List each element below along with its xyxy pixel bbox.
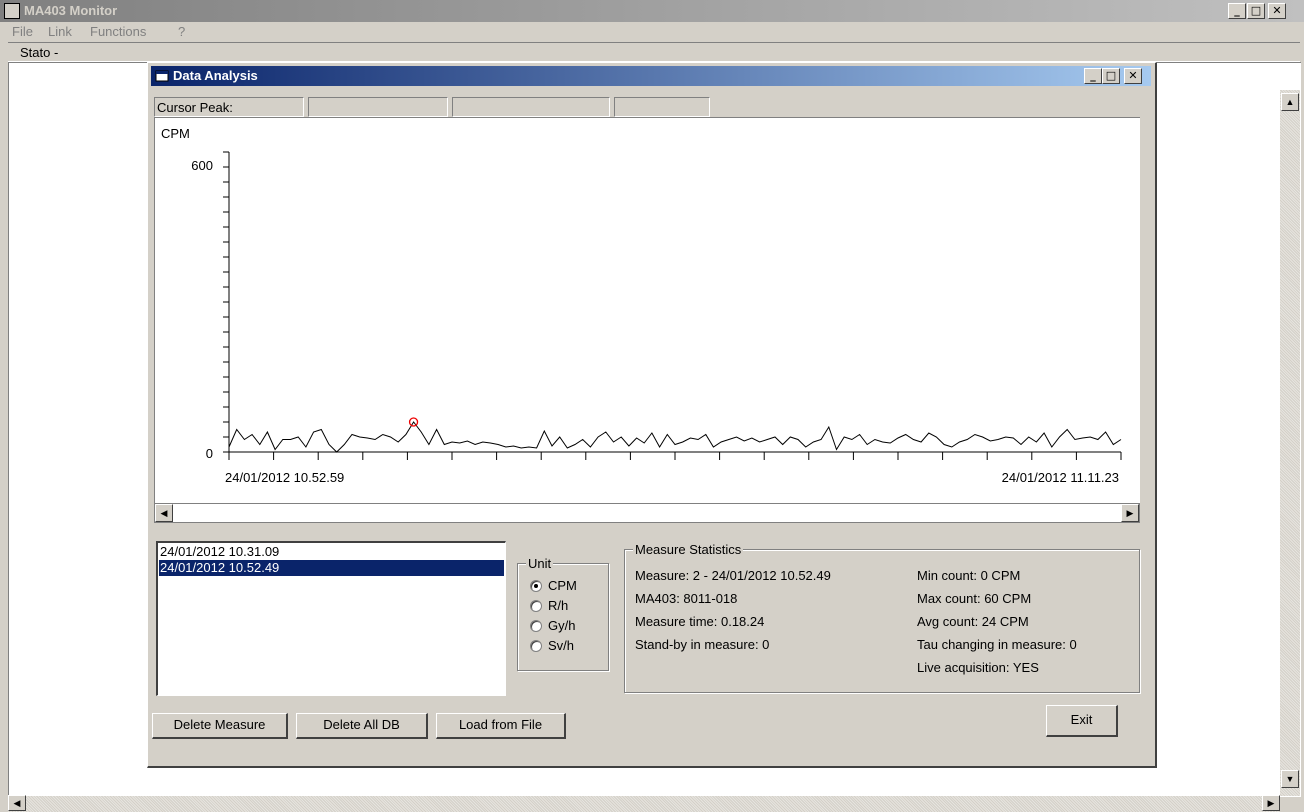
y-tick-max: 600	[191, 158, 213, 173]
radio-label: Sv/h	[548, 638, 575, 653]
unit-radio-gyh[interactable]: Gy/h	[530, 618, 610, 636]
data-analysis-dialog: Data Analysis _ □ ✕ Cursor Peak: CPM 600…	[147, 62, 1157, 768]
status-strip: Stato -	[8, 42, 1300, 62]
stat-device: MA403: 8011-018	[635, 591, 738, 606]
chart-scroll-left-button[interactable]: ◀	[155, 504, 173, 522]
cpm-series-line	[228, 421, 1122, 453]
list-item-selected[interactable]: 24/01/2012 10.52.49	[159, 560, 504, 576]
unit-radio-svh[interactable]: Sv/h	[530, 638, 610, 656]
cpm-chart[interactable]: CPM 600 0 24/01/2012 10.52.59 24/01/2012…	[155, 118, 1139, 502]
radio-dot[interactable]	[530, 640, 542, 652]
cursor-field-3	[614, 97, 710, 117]
cursor-field-2	[452, 97, 610, 117]
chart-axes	[223, 151, 1122, 460]
stat-live: Live acquisition: YES	[917, 660, 1039, 675]
measure-statistics-group: Measure Statistics Measure: 2 - 24/01/20…	[624, 542, 1140, 693]
chart-scroll-right-button[interactable]: ▶	[1121, 504, 1139, 522]
stat-measure-time: Measure time: 0.18.24	[635, 614, 765, 629]
dialog-close-button[interactable]: ✕	[1124, 68, 1142, 84]
app-title-bar: MA403 Monitor _ □ ✕	[0, 0, 1304, 22]
chart-scrollbar[interactable]: ◀ ▶	[154, 503, 1140, 523]
scroll-up-button[interactable]: ▲	[1281, 93, 1299, 111]
stat-standby: Stand-by in measure: 0	[635, 637, 770, 652]
app-title: MA403 Monitor	[24, 3, 118, 18]
radio-label: Gy/h	[548, 618, 576, 633]
radio-dot[interactable]	[530, 580, 542, 592]
menu-functions[interactable]: Functions	[90, 24, 146, 39]
menu-bar: File Link Functions ?	[0, 22, 1304, 42]
radio-dot[interactable]	[530, 600, 542, 612]
y-axis-label: CPM	[161, 126, 190, 141]
cursor-peak-panel: Cursor Peak:	[154, 97, 304, 117]
x-start-label: 24/01/2012 10.52.59	[225, 470, 344, 485]
status-label: Stato -	[20, 45, 59, 60]
y-tick-min: 0	[206, 446, 213, 461]
menu-help[interactable]: ?	[178, 24, 185, 39]
window-icon	[155, 70, 169, 82]
x-end-label: 24/01/2012 11.11.23	[1002, 470, 1119, 485]
delete-measure-button[interactable]: Delete Measure	[152, 713, 288, 739]
scroll-left-button[interactable]: ◀	[8, 795, 26, 811]
radio-dot[interactable]	[530, 620, 542, 632]
stat-measure: Measure: 2 - 24/01/2012 10.52.49	[635, 568, 831, 583]
stat-tau: Tau changing in measure: 0	[917, 637, 1077, 652]
close-button[interactable]: ✕	[1268, 3, 1286, 19]
dialog-minimize-button[interactable]: _	[1084, 68, 1102, 84]
chart-area[interactable]: CPM 600 0 24/01/2012 10.52.59 24/01/2012…	[154, 117, 1140, 503]
unit-radio-rh[interactable]: R/h	[530, 598, 610, 616]
stat-max-count: Max count: 60 CPM	[917, 591, 1032, 606]
dialog-title: Data Analysis	[173, 68, 258, 83]
maximize-button[interactable]: □	[1247, 3, 1265, 19]
horizontal-scrollbar[interactable]: ◀ ▶	[8, 795, 1280, 812]
delete-all-db-button[interactable]: Delete All DB	[296, 713, 428, 739]
cursor-field-1	[308, 97, 448, 117]
exit-button[interactable]: Exit	[1046, 705, 1118, 737]
vertical-scrollbar[interactable]: ▲ ▼	[1280, 90, 1300, 796]
app-icon	[4, 3, 20, 19]
menu-link[interactable]: Link	[48, 24, 72, 39]
radio-label: R/h	[548, 598, 569, 613]
unit-legend: Unit	[526, 556, 554, 571]
list-item[interactable]: 24/01/2012 10.31.09	[159, 544, 504, 560]
radio-label: CPM	[548, 578, 577, 593]
scroll-right-button[interactable]: ▶	[1262, 795, 1280, 811]
cursor-peak-label: Cursor Peak:	[157, 100, 233, 115]
dialog-maximize-button[interactable]: □	[1102, 68, 1120, 84]
measures-list[interactable]: 24/01/2012 10.31.09 24/01/2012 10.52.49	[156, 541, 506, 696]
stat-avg-count: Avg count: 24 CPM	[917, 614, 1029, 629]
dialog-title-bar: Data Analysis _ □ ✕	[151, 66, 1151, 86]
unit-group: Unit CPM R/h Gy/h Sv/h	[517, 556, 610, 671]
load-from-file-button[interactable]: Load from File	[436, 713, 566, 739]
menu-file[interactable]: File	[12, 24, 33, 39]
unit-radio-cpm[interactable]: CPM	[530, 578, 610, 596]
statistics-legend: Measure Statistics	[633, 542, 744, 557]
scroll-down-button[interactable]: ▼	[1281, 770, 1299, 788]
stat-min-count: Min count: 0 CPM	[917, 568, 1021, 583]
minimize-button[interactable]: _	[1228, 3, 1246, 19]
